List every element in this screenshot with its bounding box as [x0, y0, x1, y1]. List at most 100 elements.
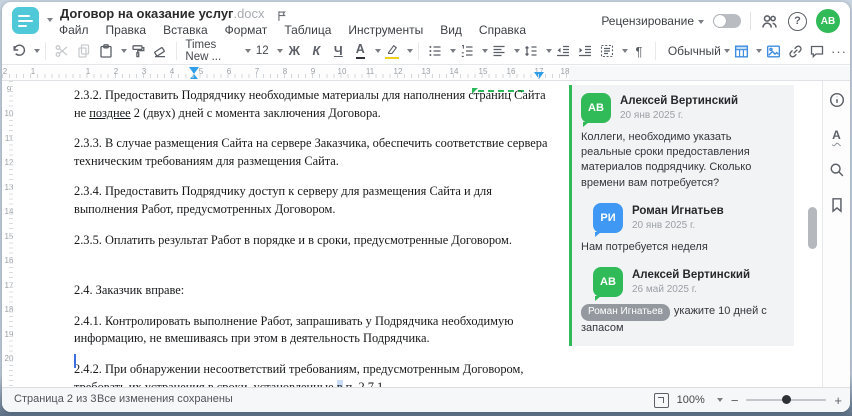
- review-caret-icon: [698, 19, 704, 24]
- comment-text: Коллеги, необходимо указать реальные сро…: [581, 131, 752, 189]
- comments-panel-header-spacer: [569, 66, 850, 81]
- vertical-scrollbar-thumb[interactable]: [808, 207, 817, 249]
- zoom-in-button[interactable]: +: [834, 394, 842, 407]
- bold-button[interactable]: Ж: [284, 40, 304, 62]
- page-indicator[interactable]: Страница 2 из 3: [14, 393, 96, 405]
- format-painter-button[interactable]: [128, 40, 148, 62]
- font-color-caret-icon[interactable]: [375, 49, 382, 53]
- comment-reply-item[interactable]: АВ Алексей Вертинский 26 май 2025 г. Ром…: [581, 266, 784, 336]
- clear-formatting-eraser-button[interactable]: [150, 40, 170, 62]
- comment-reply-item[interactable]: РИ Роман Игнатьев 20 янв 2025 г. Нам пот…: [581, 202, 784, 255]
- comment-author: Алексей Вертинский: [620, 95, 739, 107]
- review-mode-dropdown[interactable]: Рецензирование: [601, 14, 704, 28]
- search-icon[interactable]: [826, 159, 848, 181]
- show-marks-button[interactable]: ¶: [629, 40, 649, 62]
- fit-width-button[interactable]: [653, 392, 669, 408]
- collaboration-users-icon[interactable]: [760, 12, 779, 31]
- paragraph-settings-button[interactable]: [597, 40, 617, 62]
- line-spacing-caret-icon[interactable]: [546, 49, 553, 53]
- zoom-level[interactable]: 100%: [677, 394, 705, 406]
- paragraph-settings-caret-icon[interactable]: [622, 49, 629, 53]
- logo-caret-icon[interactable]: [47, 18, 53, 22]
- right-indent-marker[interactable]: [534, 72, 544, 79]
- paragraph-2-3-5: 2.3.5. Оплатить результат Работ в порядк…: [74, 232, 512, 247]
- undo-button[interactable]: [9, 40, 29, 62]
- font-name-select[interactable]: Times New ...: [182, 39, 240, 63]
- bullet-list-button[interactable]: [425, 40, 445, 62]
- spellcheck-icon[interactable]: А: [826, 124, 848, 146]
- paragraph-2-3-3: 2.3.3. В случае размещения Сайта на серв…: [74, 136, 548, 168]
- decrease-indent-button[interactable]: [553, 40, 573, 62]
- font-size-caret-icon[interactable]: [277, 49, 284, 53]
- review-toggle[interactable]: [713, 14, 741, 28]
- comment-text: Нам потребуется неделя: [581, 240, 708, 253]
- comment-item[interactable]: АВ Алексей Вертинский 20 янв 2025 г. Кол…: [581, 93, 784, 191]
- highlight-color-button[interactable]: [382, 40, 402, 62]
- comment-avatar: РИ: [593, 202, 623, 237]
- header-right-controls: Рецензирование ? АВ: [601, 9, 840, 33]
- paste-caret-icon[interactable]: [120, 49, 127, 53]
- vertical-ruler: 9 10 11 12 13 14 15 16 17 18 19 20: [2, 81, 16, 388]
- paragraph-style-select[interactable]: Обычный: [662, 40, 721, 62]
- comment-avatar: АВ: [593, 266, 623, 301]
- numbered-list-button[interactable]: [457, 40, 477, 62]
- paste-button[interactable]: [96, 40, 116, 62]
- style-caret-icon[interactable]: [724, 49, 730, 53]
- align-button[interactable]: [489, 40, 509, 62]
- status-bar: Страница 2 из 3 Все изменения сохранены …: [2, 387, 850, 412]
- underline-button[interactable]: Ч: [328, 40, 348, 62]
- zoom-slider[interactable]: [746, 395, 827, 404]
- help-icon[interactable]: ?: [788, 11, 807, 31]
- document-title: Договор на оказание услуг.docx: [60, 6, 286, 21]
- app-logo-icon[interactable]: [12, 7, 39, 34]
- menu-table[interactable]: Таблица: [284, 23, 331, 37]
- insert-comment-button[interactable]: [807, 40, 827, 62]
- left-indent-marker[interactable]: [190, 74, 198, 79]
- cut-button[interactable]: [52, 40, 72, 62]
- comment-author: Роман Игнатьев: [632, 204, 724, 217]
- font-name-caret-icon[interactable]: [245, 49, 252, 53]
- document-page[interactable]: 2.3.2. Предоставить Подрядчику необходим…: [74, 87, 548, 388]
- insert-link-button[interactable]: [785, 40, 805, 62]
- copy-button[interactable]: [74, 40, 94, 62]
- undo-caret-icon[interactable]: [34, 49, 40, 53]
- first-line-indent-marker[interactable]: [189, 67, 199, 74]
- document-editing-area[interactable]: 2.3.2. Предоставить Подрядчику необходим…: [16, 81, 569, 388]
- zoom-out-button[interactable]: −: [731, 394, 739, 407]
- menu-edit[interactable]: Правка: [106, 23, 147, 37]
- bookmark-icon[interactable]: [826, 194, 848, 216]
- info-icon[interactable]: [826, 89, 848, 111]
- insert-table-caret-icon[interactable]: [756, 49, 762, 53]
- menu-insert[interactable]: Вставка: [163, 23, 208, 37]
- font-color-button[interactable]: А: [350, 40, 370, 62]
- menu-tools[interactable]: Инструменты: [348, 23, 423, 37]
- comments-panel: АВ Алексей Вертинский 20 янв 2025 г. Кол…: [569, 81, 810, 388]
- line-spacing-button[interactable]: [521, 40, 541, 62]
- menu-view[interactable]: Вид: [440, 23, 462, 37]
- highlight-caret-icon[interactable]: [407, 49, 414, 53]
- header: Договор на оказание услуг.docx Файл Прав…: [2, 2, 850, 38]
- font-size-select[interactable]: 12: [252, 40, 272, 62]
- menu-file[interactable]: Файл: [59, 23, 89, 37]
- bullet-list-caret-icon[interactable]: [450, 49, 457, 53]
- insert-image-button[interactable]: [763, 40, 783, 62]
- zoom-caret-icon[interactable]: [716, 398, 723, 402]
- menu-format[interactable]: Формат: [225, 23, 268, 37]
- align-caret-icon[interactable]: [514, 49, 521, 53]
- mention-chip[interactable]: Роман Игнатьев: [581, 303, 670, 321]
- comment-thread-card[interactable]: АВ Алексей Вертинский 20 янв 2025 г. Кол…: [569, 85, 794, 346]
- zoom-slider-knob[interactable]: [782, 395, 792, 404]
- toolbar-more-button[interactable]: ···: [829, 40, 849, 62]
- save-status: Все изменения сохранены: [97, 393, 233, 405]
- numbered-list-caret-icon[interactable]: [482, 49, 489, 53]
- user-avatar[interactable]: АВ: [816, 9, 840, 33]
- insert-table-button[interactable]: [731, 40, 751, 62]
- increase-indent-button[interactable]: [575, 40, 595, 62]
- italic-button[interactable]: К: [306, 40, 326, 62]
- comment-date: 20 янв 2025 г.: [620, 110, 684, 121]
- menu-help[interactable]: Справка: [479, 23, 526, 37]
- header-divider: [750, 12, 751, 30]
- comment-date: 26 май 2025 г.: [632, 283, 697, 295]
- favorite-flag-icon[interactable]: [275, 9, 289, 23]
- paragraph-2-4-2: 2.4.2. При обнаружении несоответствий тр…: [74, 361, 548, 388]
